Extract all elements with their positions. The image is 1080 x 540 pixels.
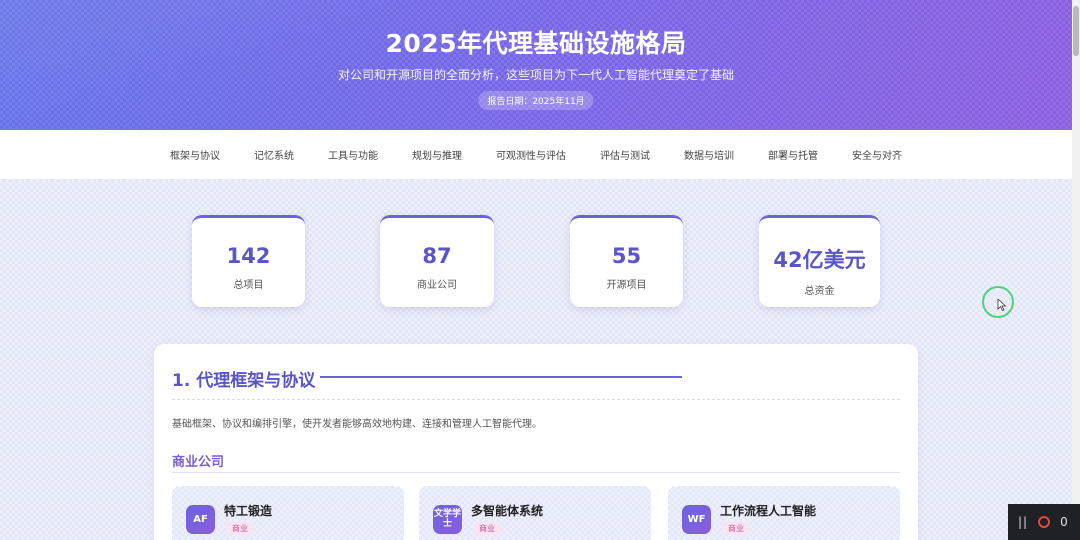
scrollbar-thumb[interactable] <box>1073 6 1079 56</box>
project-type-tag: 商业 <box>226 522 254 535</box>
page-subtitle: 对公司和开源项目的全面分析，这些项目为下一代人工智能代理奠定了基础 <box>337 68 734 82</box>
section-title: 1. 代理框架与协议 <box>172 371 316 391</box>
project-name: 工作流程人工智能 <box>720 504 817 518</box>
screen-recorder-widget: || 0 <box>1008 504 1080 540</box>
subsection-divider <box>172 472 900 473</box>
stat-value: 142 <box>226 244 271 268</box>
report-date-badge: 报告日期：2025年11月 <box>478 91 594 110</box>
stat-label: 开源项目 <box>606 280 647 291</box>
section-description: 基础框架、协议和编排引擎，使开发者能够高效地构建、连接和管理人工智能代理。 <box>172 419 542 430</box>
project-type-tag: 商业 <box>473 522 501 535</box>
project-card[interactable]: AF 特工锻造 商业 <box>172 486 404 540</box>
nav-link-frameworks[interactable]: 框架与协议 <box>170 147 220 162</box>
project-type-tag: 商业 <box>722 522 750 535</box>
nav-link-data[interactable]: 数据与培训 <box>684 147 734 162</box>
section-nav: 框架与协议 记忆系统 工具与功能 规划与推理 可观测性与评估 评估与测试 数据与… <box>0 130 1072 180</box>
pause-icon[interactable]: || <box>1018 515 1028 529</box>
nav-link-memory[interactable]: 记忆系统 <box>254 147 294 162</box>
nav-link-observability[interactable]: 可观测性与评估 <box>496 147 566 162</box>
project-name: 多智能体系统 <box>471 504 544 518</box>
nav-link-tools[interactable]: 工具与功能 <box>328 147 378 162</box>
project-name: 特工锻造 <box>224 504 273 518</box>
page-title: 2025年代理基础设施格局 <box>385 29 687 58</box>
subsection-title: 商业公司 <box>172 455 225 470</box>
mouse-pointer-icon <box>997 299 1007 311</box>
stat-value: 55 <box>611 244 642 268</box>
section-frameworks: 1. 代理框架与协议 基础框架、协议和编排引擎，使开发者能够高效地构建、连接和管… <box>154 344 918 540</box>
project-logo-badge: AF <box>186 505 215 534</box>
nav-link-testing[interactable]: 评估与测试 <box>600 147 650 162</box>
stat-label: 商业公司 <box>417 280 457 291</box>
project-card[interactable]: WF 工作流程人工智能 商业 <box>668 486 900 540</box>
nav-link-planning[interactable]: 规划与推理 <box>412 147 462 162</box>
recording-counter: 0 <box>1060 515 1068 529</box>
project-card[interactable]: 文学学士 多智能体系统 商业 <box>419 486 651 540</box>
page-scrollbar[interactable] <box>1072 0 1080 540</box>
nav-link-safety[interactable]: 安全与对齐 <box>852 147 902 162</box>
stat-value: 42亿美元 <box>773 248 866 272</box>
stat-label: 总资金 <box>804 286 835 297</box>
stat-card-total-projects: 142 总项目 <box>192 215 305 307</box>
report-header: 2025年代理基础设施格局 对公司和开源项目的全面分析，这些项目为下一代人工智能… <box>0 0 1072 130</box>
stat-card-open-source: 55 开源项目 <box>570 215 683 307</box>
project-logo-badge: WF <box>682 505 711 534</box>
stat-card-total-funding: 42亿美元 总资金 <box>759 215 880 307</box>
nav-link-deployment[interactable]: 部署与托管 <box>768 147 818 162</box>
project-logo-badge: 文学学士 <box>433 505 462 534</box>
section-divider <box>172 399 900 400</box>
stat-value: 87 <box>422 244 452 268</box>
stat-card-commercial: 87 商业公司 <box>380 215 494 307</box>
section-title-underline <box>320 376 682 378</box>
stop-record-icon[interactable] <box>1038 516 1051 528</box>
stat-label: 总项目 <box>233 280 264 291</box>
